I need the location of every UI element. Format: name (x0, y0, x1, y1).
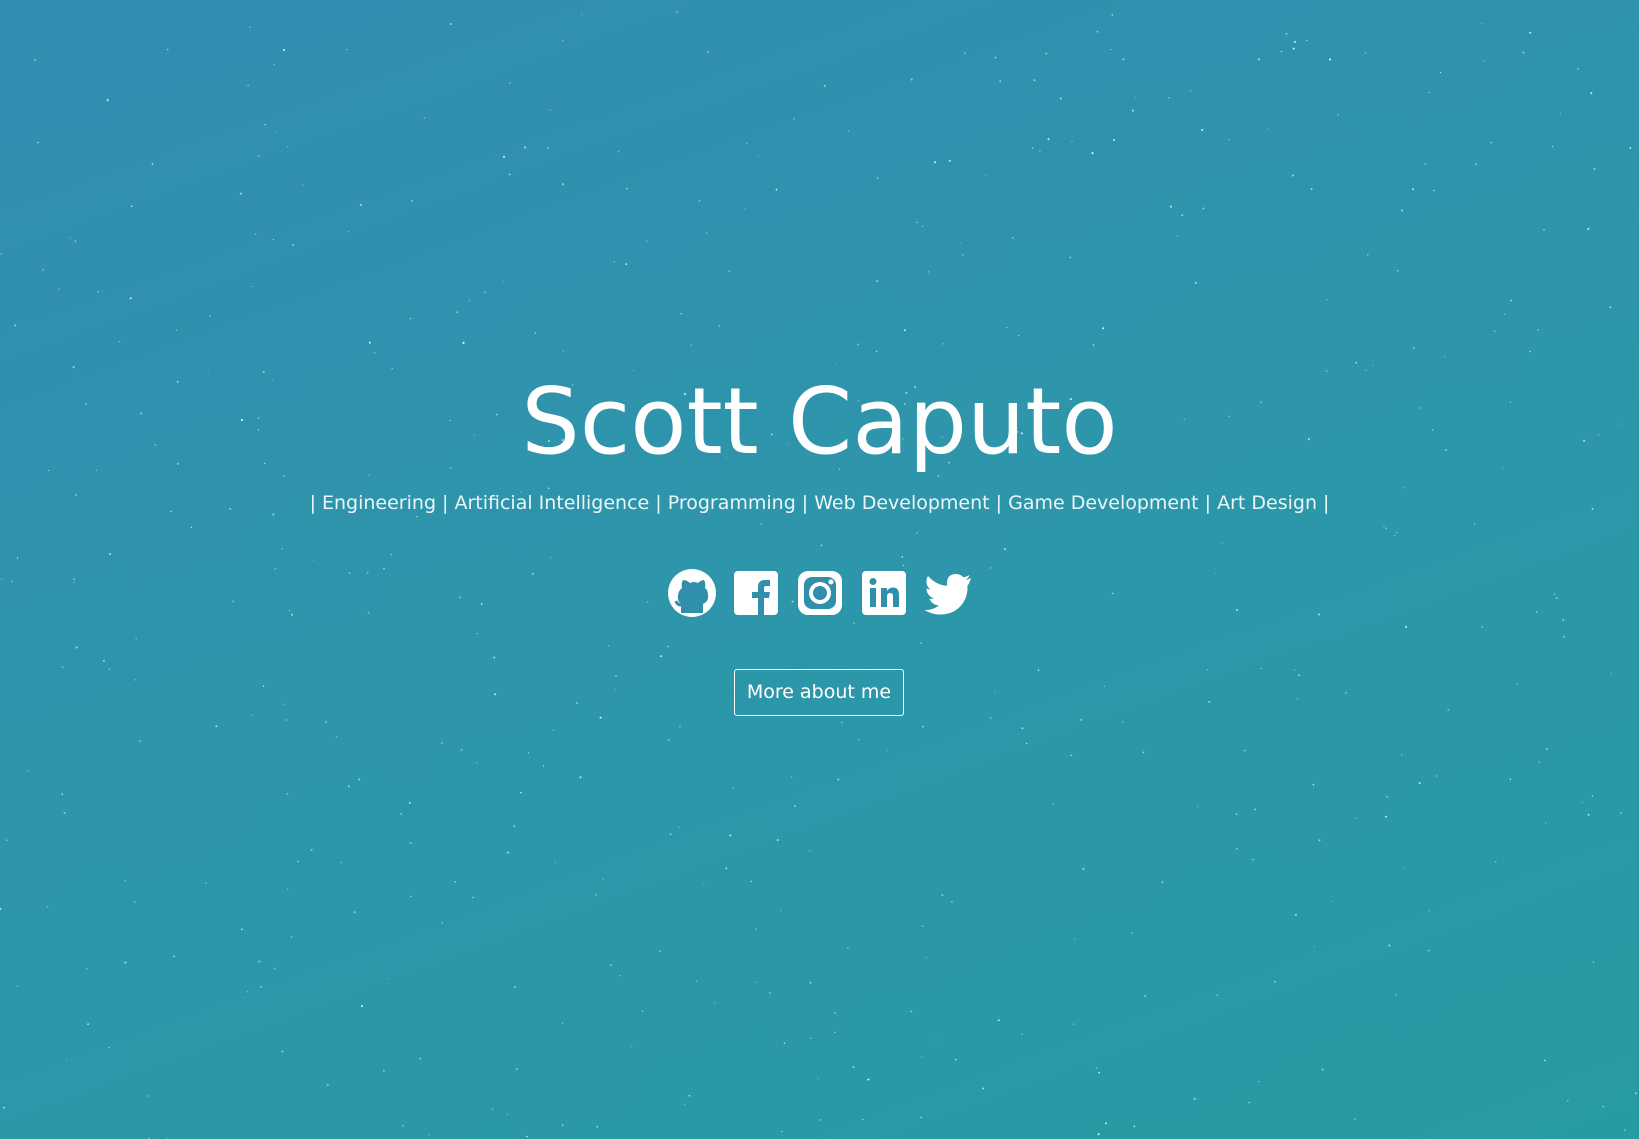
twitter-link[interactable] (923, 568, 973, 618)
page-title: Scott Caputo (521, 368, 1118, 475)
hero-section: Scott Caputo | Engineering | Artificial … (0, 0, 1639, 1139)
instagram-icon (797, 571, 842, 615)
github-link[interactable] (667, 568, 717, 618)
social-links (0, 568, 1639, 618)
tagline: | Engineering | Artificial Intelligence … (309, 492, 1330, 514)
facebook-icon (733, 571, 778, 615)
linkedin-icon (861, 571, 906, 615)
more-about-me-button[interactable]: More about me (734, 669, 904, 716)
facebook-link[interactable] (731, 568, 781, 618)
linkedin-link[interactable] (859, 568, 909, 618)
instagram-link[interactable] (795, 568, 845, 618)
twitter-icon (924, 574, 971, 615)
github-icon (667, 569, 716, 617)
